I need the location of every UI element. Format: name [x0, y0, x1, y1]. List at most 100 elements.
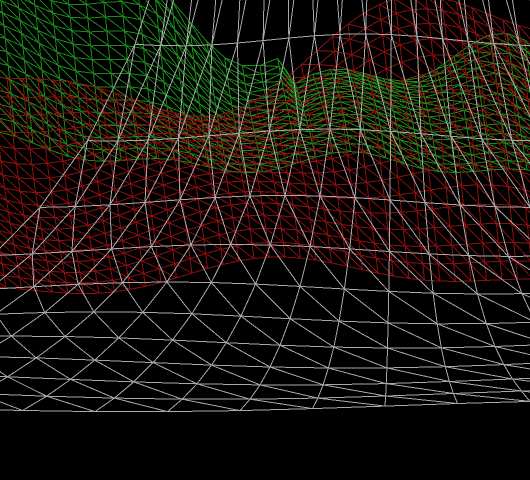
- mid-hill-edge: [259, 191, 278, 204]
- far-hill-edge: [262, 82, 265, 91]
- mid-hill-edge: [29, 148, 33, 165]
- far-hill-edge: [154, 147, 157, 159]
- far-hill-edge: [474, 169, 492, 172]
- mid-hill-edge: [223, 113, 227, 120]
- mid-hill-edge: [112, 175, 131, 185]
- mid-hill-edge: [397, 28, 401, 46]
- ground-edge: [133, 381, 197, 385]
- mid-hill-edge: [110, 163, 114, 177]
- far-hill-edge: [190, 34, 209, 55]
- ground-edge: [312, 405, 386, 410]
- ground-edge: [287, 0, 290, 39]
- ground-edge: [39, 206, 76, 208]
- ground-edge: [339, 320, 389, 324]
- far-hill-edge: [477, 77, 480, 87]
- mid-hill-edge: [236, 245, 255, 259]
- mid-hill-edge: [434, 225, 450, 229]
- mid-hill-edge: [102, 220, 106, 234]
- ground-edge: [354, 197, 390, 252]
- ground-edge: [196, 383, 261, 386]
- far-hill-edge: [68, 3, 89, 19]
- ground-edge: [109, 204, 113, 249]
- mid-hill-edge: [182, 203, 201, 213]
- mid-hill-edge: [362, 145, 379, 152]
- mid-hill-edge: [320, 65, 337, 79]
- mid-hill-edge: [72, 112, 76, 128]
- ground-edge: [7, 376, 47, 397]
- mid-hill-edge: [83, 199, 102, 209]
- mid-hill-edge: [126, 154, 143, 160]
- far-hill-edge: [260, 74, 264, 83]
- far-hill-edge: [162, 68, 181, 81]
- ground-edge: [0, 335, 12, 344]
- far-hill-edge: [21, 32, 40, 44]
- ground-edge: [386, 367, 450, 382]
- ground-edge: [279, 344, 329, 369]
- ground-edge: [239, 398, 251, 411]
- mid-hill-edge: [110, 268, 114, 281]
- mid-hill-edge: [335, 54, 353, 67]
- mid-hill-edge: [228, 192, 247, 204]
- mid-hill-edge: [368, 197, 387, 214]
- far-hill-edge: [141, 33, 161, 44]
- mid-hill-edge: [62, 261, 81, 273]
- mid-hill-edge: [122, 240, 125, 254]
- mid-hill-edge: [359, 118, 377, 130]
- mid-hill-edge: [124, 143, 141, 148]
- mid-hill-edge: [387, 228, 406, 247]
- ground-edge: [36, 357, 71, 380]
- far-hill-edge: [18, 7, 39, 31]
- mid-hill-edge: [365, 19, 382, 29]
- far-hill-edge: [49, 0, 52, 1]
- ground-edge: [477, 293, 530, 321]
- mid-hill-edge: [10, 115, 14, 133]
- mid-hill-edge: [386, 68, 389, 87]
- far-hill-edge: [70, 16, 88, 19]
- mid-hill-edge: [77, 259, 94, 263]
- far-hill-edge: [396, 123, 415, 130]
- mid-hill-edge: [232, 217, 236, 232]
- ground-edge: [46, 395, 115, 399]
- mid-hill-edge: [380, 162, 399, 178]
- ground-edge: [64, 336, 119, 339]
- mid-hill-edge: [356, 226, 373, 229]
- ground-edge: [249, 384, 261, 400]
- mid-hill-edge: [51, 189, 67, 193]
- far-hill-edge: [0, 0, 19, 9]
- mid-hill-edge: [18, 177, 34, 180]
- far-hill-edge: [86, 1, 105, 5]
- mid-hill-edge: [494, 203, 511, 206]
- mid-hill-edge: [428, 170, 447, 188]
- far-hill-edge: [163, 81, 183, 93]
- mid-hill-edge: [108, 257, 112, 269]
- ground-edge: [289, 318, 340, 322]
- mid-hill-edge: [135, 215, 152, 223]
- mid-hill-edge: [347, 12, 364, 25]
- ground-edge: [211, 0, 223, 46]
- mid-hill-edge: [438, 109, 441, 129]
- mid-hill-edge: [153, 228, 172, 237]
- mid-hill-edge: [64, 271, 82, 284]
- ground-edge: [429, 253, 469, 257]
- mid-hill-edge: [394, 0, 397, 14]
- mid-hill-edge: [48, 270, 67, 284]
- far-hill-edge: [103, 1, 124, 17]
- mid-hill-edge: [225, 171, 241, 173]
- mid-hill-edge: [461, 185, 480, 205]
- ground-edge: [444, 366, 450, 382]
- ground-edge: [349, 248, 390, 292]
- far-hill-edge: [143, 48, 146, 63]
- 3d-terrain-viewport[interactable]: [0, 0, 530, 480]
- mid-hill-edge: [364, 162, 381, 168]
- mid-hill-edge: [205, 253, 224, 265]
- mid-hill-edge: [44, 249, 61, 252]
- ground-edge: [448, 381, 454, 394]
- mid-hill-edge: [453, 262, 470, 265]
- ground-edge: [385, 395, 458, 404]
- far-hill-edge: [24, 59, 43, 71]
- mid-hill-edge: [194, 173, 210, 177]
- ground-edge: [391, 34, 417, 37]
- mid-hill-edge: [484, 261, 487, 281]
- mid-hill-edge: [91, 139, 95, 155]
- mid-hill-edge: [332, 36, 335, 52]
